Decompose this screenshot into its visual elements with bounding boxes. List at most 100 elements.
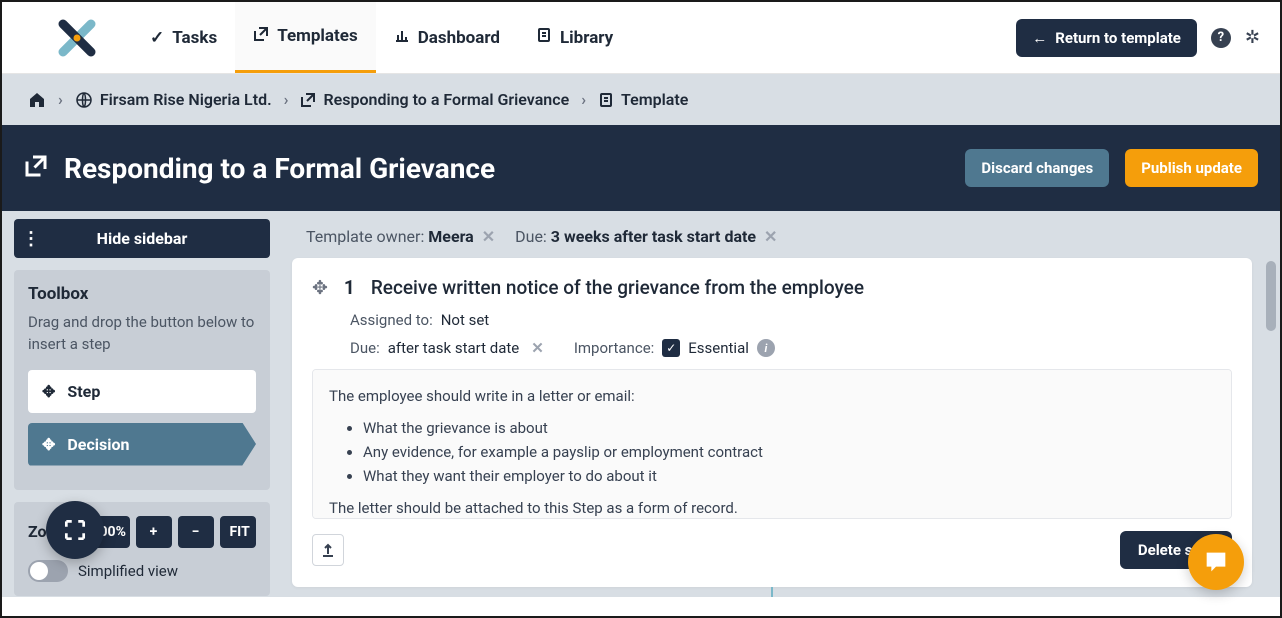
nav-templates[interactable]: Templates — [235, 2, 376, 73]
share-out-icon — [300, 92, 316, 108]
breadcrumb-sep: › — [581, 90, 586, 109]
toolbox-panel: Toolbox Drag and drop the button below t… — [14, 270, 270, 490]
scrollbar-thumb[interactable] — [1266, 261, 1276, 331]
nav-right: ← Return to template ? ✲ — [1016, 19, 1260, 57]
meta-value: Meera — [428, 227, 473, 246]
info-icon[interactable]: i — [757, 339, 775, 357]
step-meta-second-row: Due: after task start date ✕ Importance:… — [350, 339, 1232, 357]
nav-dashboard[interactable]: Dashboard — [376, 2, 518, 73]
upload-icon — [320, 542, 336, 558]
title-bar: Responding to a Formal Grievance Discard… — [2, 125, 1280, 211]
clear-owner-icon[interactable]: ✕ — [482, 227, 495, 246]
nav-label: Templates — [277, 26, 358, 46]
meta-value: Not set — [441, 311, 490, 329]
assigned-field[interactable]: Assigned to: Not set — [350, 311, 1232, 329]
body-bullet: What they want their employer to do abou… — [363, 464, 1215, 488]
template-meta: Template owner: Meera ✕ Due: 3 weeks aft… — [292, 221, 1252, 258]
globe-icon — [75, 91, 93, 109]
brand-logo[interactable] — [22, 14, 132, 62]
body-bullet: What the grievance is about — [363, 416, 1215, 440]
chat-fab[interactable] — [1188, 534, 1244, 590]
meta-label: Importance: — [574, 339, 654, 357]
tool-label: Decision — [67, 435, 129, 454]
toolbox-description: Drag and drop the button below to insert… — [28, 312, 256, 356]
nav-label: Dashboard — [418, 28, 500, 48]
breadcrumb-home[interactable] — [28, 91, 46, 109]
step-number: 1 — [344, 276, 355, 299]
insert-decision-tool[interactable]: ✥ Decision — [28, 423, 256, 466]
step-card: ✥ 1 Receive written notice of the grieva… — [292, 258, 1252, 587]
drag-handle-icon[interactable]: ✥ — [312, 276, 328, 299]
move-icon: ✥ — [42, 382, 55, 401]
toolbox-title: Toolbox — [28, 284, 256, 304]
owner-field: Template owner: Meera ✕ — [306, 227, 495, 246]
breadcrumb-label: Firsam Rise Nigeria Ltd. — [100, 90, 272, 109]
insert-step-tool[interactable]: ✥ Step — [28, 370, 256, 413]
kebab-icon: ⋮ — [22, 228, 40, 249]
nav-label: Library — [560, 28, 613, 48]
nav-label: Tasks — [172, 28, 217, 48]
document-icon — [598, 92, 614, 108]
tool-label: Step — [67, 382, 100, 401]
body-bullet: Any evidence, for example a payslip or e… — [363, 440, 1215, 464]
hide-sidebar-button[interactable]: ⋮ Hide sidebar — [14, 219, 270, 258]
clear-due-icon[interactable]: ✕ — [764, 227, 777, 246]
nav-tasks[interactable]: ✓ Tasks — [132, 2, 235, 73]
button-label: Return to template — [1055, 29, 1181, 47]
zoom-out-button[interactable]: − — [178, 516, 214, 548]
top-nav: ✓ Tasks Templates Dashboard Library ← Re… — [2, 2, 1280, 74]
main-canvas: Template owner: Meera ✕ Due: 3 weeks aft… — [282, 211, 1280, 597]
scrollbar-track[interactable] — [1262, 221, 1276, 587]
step-connector — [771, 587, 773, 597]
check-icon: ✓ — [150, 28, 164, 48]
sidebar: ⋮ Hide sidebar Toolbox Drag and drop the… — [2, 211, 282, 597]
return-to-template-button[interactable]: ← Return to template — [1016, 19, 1197, 57]
meta-value: Essential — [688, 339, 749, 357]
meta-value[interactable]: after task start date — [388, 339, 520, 357]
nav-library[interactable]: Library — [518, 2, 631, 73]
document-icon — [536, 27, 552, 48]
expand-fullscreen-button[interactable] — [46, 501, 104, 559]
discard-changes-button[interactable]: Discard changes — [965, 149, 1109, 187]
step-body-editor[interactable]: The employee should write in a letter or… — [312, 369, 1232, 519]
breadcrumb-sep: › — [58, 90, 63, 109]
chat-icon — [1202, 548, 1230, 576]
nav-items: ✓ Tasks Templates Dashboard Library — [132, 2, 631, 73]
toggle-label: Simplified view — [78, 562, 178, 580]
upload-attachment-button[interactable] — [312, 534, 344, 566]
essential-checkbox[interactable]: ✓ — [662, 339, 680, 357]
breadcrumb-label: Responding to a Formal Grievance — [323, 90, 569, 109]
help-icon[interactable]: ? — [1211, 28, 1231, 48]
meta-label: Template owner: — [306, 227, 424, 246]
share-out-icon — [24, 154, 48, 182]
step-title[interactable]: Receive written notice of the grievance … — [371, 276, 864, 299]
zoom-fit-button[interactable]: FIT — [220, 516, 257, 548]
breadcrumb-leaf[interactable]: Template — [598, 90, 688, 109]
arrow-left-icon: ← — [1032, 29, 1047, 47]
expand-icon — [62, 517, 88, 543]
breadcrumb-label: Template — [621, 90, 688, 109]
home-icon — [28, 91, 46, 109]
step-header: ✥ 1 Receive written notice of the grieva… — [312, 276, 1232, 299]
meta-value: 3 weeks after task start date — [551, 227, 756, 246]
body-text: The employee should write in a letter or… — [329, 384, 1215, 408]
meta-label: Due: — [350, 339, 380, 357]
page-title: Responding to a Formal Grievance — [64, 152, 949, 185]
breadcrumb-sep: › — [284, 90, 289, 109]
settings-icon[interactable]: ✲ — [1245, 27, 1260, 48]
simplified-view-toggle[interactable] — [28, 560, 68, 582]
publish-update-button[interactable]: Publish update — [1125, 149, 1258, 187]
body-text: The letter should be attached to this St… — [329, 496, 1215, 519]
breadcrumb: › Firsam Rise Nigeria Ltd. › Responding … — [2, 74, 1280, 125]
due-field: Due: 3 weeks after task start date ✕ — [515, 227, 777, 246]
clear-step-due-icon[interactable]: ✕ — [531, 339, 544, 357]
breadcrumb-template[interactable]: Responding to a Formal Grievance — [300, 90, 569, 109]
zoom-in-button[interactable]: + — [136, 516, 172, 548]
move-icon: ✥ — [42, 435, 55, 454]
step-footer: Delete step — [312, 531, 1232, 569]
meta-label: Assigned to: — [350, 311, 433, 329]
chart-icon — [394, 27, 410, 48]
share-out-icon — [253, 26, 269, 47]
breadcrumb-org[interactable]: Firsam Rise Nigeria Ltd. — [75, 90, 272, 109]
meta-label: Due: — [515, 227, 547, 246]
